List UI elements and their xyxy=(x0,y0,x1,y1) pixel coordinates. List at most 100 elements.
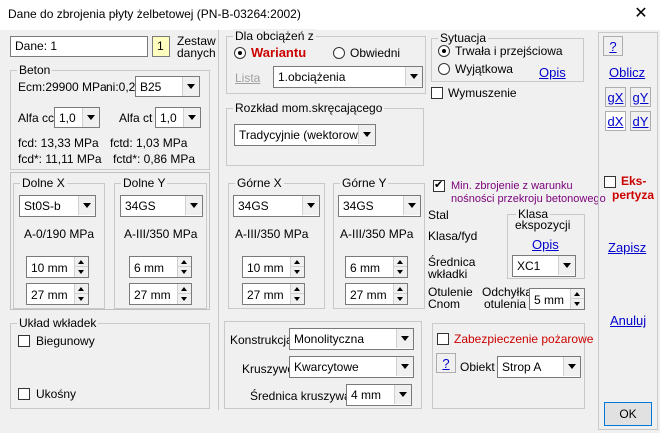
dx-button[interactable]: dX xyxy=(605,111,626,131)
chevron-down-icon xyxy=(185,196,202,215)
ukosny-checkbox[interactable] xyxy=(18,388,30,400)
klasa-ekspozycji-value: XC1 xyxy=(517,259,541,273)
obwiedni-label: Obwiedni xyxy=(350,46,401,60)
lista-value: 1.obciążenia xyxy=(278,70,346,84)
spin-down-icon[interactable] xyxy=(393,267,407,277)
spin-down-icon[interactable] xyxy=(290,294,304,304)
chevron-down-icon xyxy=(182,77,199,96)
spin-up-icon[interactable] xyxy=(177,284,191,294)
spin-up-icon[interactable] xyxy=(290,257,304,267)
spin-up-icon[interactable] xyxy=(74,284,88,294)
trwala-label: Trwała i przejściowa xyxy=(455,44,563,58)
help-icon: ? xyxy=(442,356,450,371)
gorne-x-cover-stepper[interactable]: 27 mm xyxy=(242,283,305,305)
klasa-ekspozycji-opis-link[interactable]: Opis xyxy=(532,237,559,252)
dolne-y-steel-select[interactable]: 34GS xyxy=(120,195,203,217)
ok-button[interactable]: OK xyxy=(604,402,652,426)
wymuszenie-checkbox[interactable] xyxy=(431,87,443,99)
odchylka-label-2: otulenia xyxy=(484,297,527,311)
alfa-cc-label: Alfa cc xyxy=(18,111,55,125)
wyjatkowa-radio[interactable] xyxy=(438,63,450,75)
zapisz-link[interactable]: Zapisz xyxy=(608,240,646,255)
window-title: Dane do zbrojenia płyty żelbetowej (PN-B… xyxy=(8,7,301,21)
gorne-x-diameter-stepper[interactable]: 10 mm xyxy=(242,256,305,278)
spin-up-icon[interactable] xyxy=(177,257,191,267)
rozklad-select[interactable]: Tradycyjnie (wektorowo) xyxy=(234,124,376,146)
dolne-y-grade: A-III/350 MPa xyxy=(124,227,198,241)
alfa-cc-value: 1,0 xyxy=(59,111,76,125)
spin-down-icon[interactable] xyxy=(74,294,88,304)
gy-button[interactable]: gY xyxy=(630,87,651,107)
spin-up-icon[interactable] xyxy=(74,257,88,267)
odchylka-stepper[interactable]: 5 mm xyxy=(529,288,585,310)
srednica-kruszywa-select[interactable]: 4 mm xyxy=(346,384,412,406)
spin-down-icon[interactable] xyxy=(393,294,407,304)
title-bar: Dane do zbrojenia płyty żelbetowej (PN-B… xyxy=(0,0,660,30)
gorne-y-steel-select[interactable]: 34GS xyxy=(338,195,421,217)
min-zbrojenie-checkbox[interactable] xyxy=(433,178,445,192)
lista-select[interactable]: 1.obciążenia xyxy=(273,66,423,88)
pozar-checkbox[interactable] xyxy=(437,333,449,345)
data-name-field[interactable]: Dane: 1 xyxy=(10,36,148,57)
beton-group-title: Beton xyxy=(17,63,53,77)
spin-down-icon[interactable] xyxy=(290,267,304,277)
trwala-radio[interactable] xyxy=(438,45,450,57)
wariantu-radio[interactable] xyxy=(234,47,246,59)
spin-up-icon[interactable] xyxy=(393,284,407,294)
alfa-cc-select[interactable]: 1,0 xyxy=(54,107,100,128)
odchylka-value: 5 mm xyxy=(534,293,564,307)
biegunowy-checkbox[interactable] xyxy=(18,335,30,347)
sytuacja-title: Sytuacja xyxy=(438,31,489,45)
dolne-x-steel-select[interactable]: St0S-b xyxy=(19,195,96,217)
biegunowy-label: Biegunowy xyxy=(36,334,95,348)
spin-up-icon[interactable] xyxy=(570,289,584,299)
close-icon: ✕ xyxy=(634,5,648,22)
sytuacja-opis-link[interactable]: Opis xyxy=(539,65,566,80)
spin-down-icon[interactable] xyxy=(177,294,191,304)
chevron-down-icon xyxy=(183,108,200,127)
obiekt-select[interactable]: Strop A xyxy=(497,356,581,378)
dolne-y-title: Dolne Y xyxy=(121,176,168,190)
obwiedni-radio[interactable] xyxy=(333,47,345,59)
dy-button[interactable]: dY xyxy=(630,111,651,131)
dolne-x-steel-value: St0S-b xyxy=(24,199,61,213)
chevron-down-icon xyxy=(558,256,575,275)
spin-down-icon[interactable] xyxy=(570,299,584,309)
fcd-star-value: fcd*: 11,11 MPa xyxy=(18,152,102,166)
beton-class-select[interactable]: B25 xyxy=(135,76,200,97)
oblicz-link[interactable]: Oblicz xyxy=(609,65,645,80)
alfa-ct-select[interactable]: 1,0 xyxy=(155,107,201,128)
alfa-ct-value: 1,0 xyxy=(160,111,177,125)
fctd-star-value: fctd*: 0,86 MPa xyxy=(113,152,196,166)
spin-up-icon[interactable] xyxy=(393,257,407,267)
dolne-y-steel-value: 34GS xyxy=(125,199,156,213)
side-help-button[interactable]: ? xyxy=(603,36,623,56)
gorne-x-title: Górne X xyxy=(235,176,284,190)
pozar-help-button[interactable]: ? xyxy=(436,353,456,373)
rozklad-title: Rozkład mom.skręcającego xyxy=(233,101,385,115)
klasa-ekspozycji-select[interactable]: XC1 xyxy=(512,255,576,277)
gorne-y-diameter-stepper[interactable]: 6 mm xyxy=(345,256,408,278)
kruszywo-value: Kwarcytowe xyxy=(294,360,359,374)
ekspertyza-checkbox[interactable] xyxy=(604,176,616,188)
spin-up-icon[interactable] xyxy=(290,284,304,294)
spin-down-icon[interactable] xyxy=(74,267,88,277)
gorne-y-steel-value: 34GS xyxy=(343,199,374,213)
spin-down-icon[interactable] xyxy=(177,267,191,277)
dolne-y-cover-stepper[interactable]: 27 mm xyxy=(129,283,192,305)
chevron-down-icon xyxy=(358,125,375,144)
dolne-x-cover-stepper[interactable]: 27 mm xyxy=(26,283,89,305)
otulenie-label-2: Cnom xyxy=(428,297,461,311)
close-button[interactable]: ✕ xyxy=(626,2,656,26)
dolne-x-diameter-stepper[interactable]: 10 mm xyxy=(26,256,89,278)
gorne-y-cover-value: 27 mm xyxy=(350,288,387,302)
gorne-x-steel-select[interactable]: 34GS xyxy=(233,195,320,217)
gx-button[interactable]: gX xyxy=(605,87,626,107)
kruszywo-select[interactable]: Kwarcytowe xyxy=(289,356,414,378)
data-set-number[interactable]: 1 xyxy=(152,36,170,57)
konstrukcja-select[interactable]: Monolityczna xyxy=(289,328,414,350)
anuluj-link[interactable]: Anuluj xyxy=(610,313,646,328)
gorne-y-cover-stepper[interactable]: 27 mm xyxy=(345,283,408,305)
srednica-kruszywa-label: Średnica kruszywa xyxy=(250,389,351,403)
dolne-y-diameter-stepper[interactable]: 6 mm xyxy=(129,256,192,278)
